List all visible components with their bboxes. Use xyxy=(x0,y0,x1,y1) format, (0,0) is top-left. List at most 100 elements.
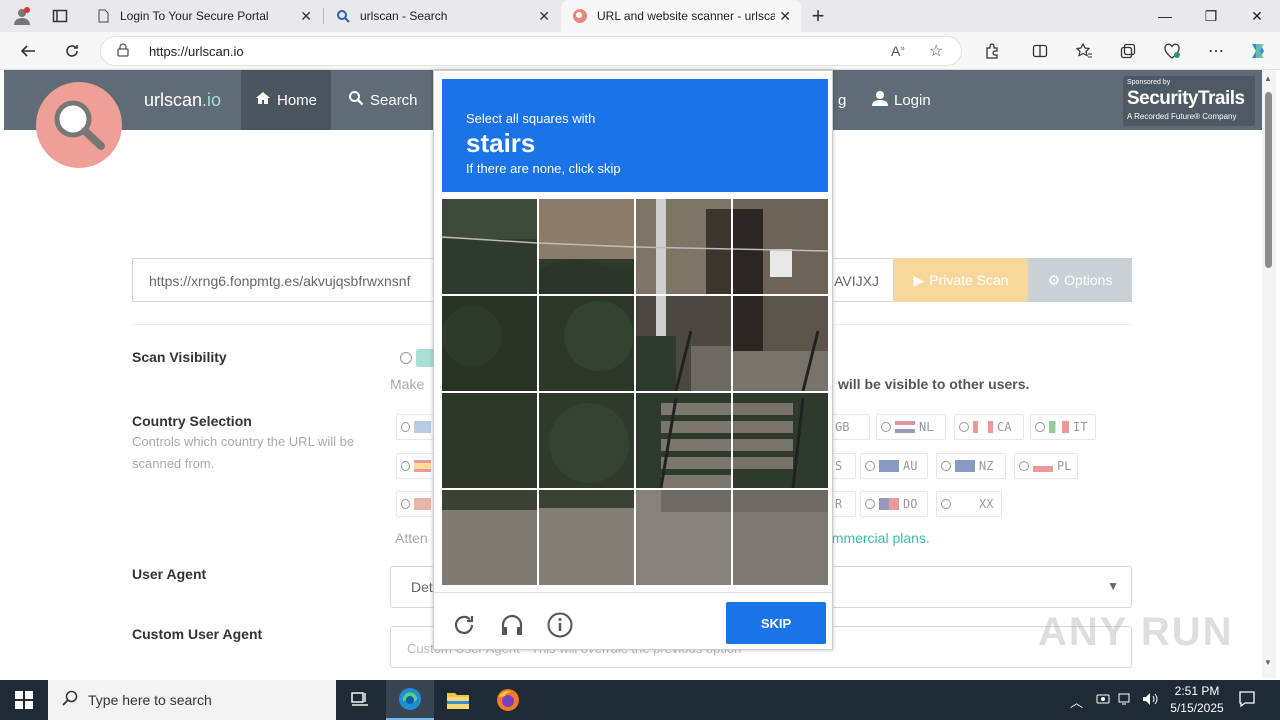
restore-button[interactable]: ❐ xyxy=(1188,0,1234,32)
site-brand[interactable]: urlscan.io xyxy=(144,90,221,111)
sponsor-banner[interactable]: Sponsored by SecurityTrails A Recorded F… xyxy=(1123,76,1255,126)
flag-icon xyxy=(879,460,899,472)
tab-urlscan-scanner[interactable]: URL and website scanner - urlsca ✕ xyxy=(561,0,801,32)
browser-essentials-icon[interactable] xyxy=(1158,38,1186,64)
scroll-down-icon[interactable]: ▼ xyxy=(1264,658,1272,667)
captcha-tile[interactable] xyxy=(442,199,537,294)
flag-icon xyxy=(955,460,975,472)
commercial-plans-link[interactable]: ommercial plans. xyxy=(824,530,930,546)
close-icon[interactable]: ✕ xyxy=(779,8,791,25)
country-option-default[interactable] xyxy=(396,414,436,440)
country-option-do[interactable]: DO xyxy=(860,491,928,517)
country-option-nz[interactable]: NZ xyxy=(936,453,1006,479)
chevron-up-icon[interactable]: ︿ xyxy=(1070,692,1083,711)
captcha-tile[interactable] xyxy=(539,393,634,488)
flag-icon xyxy=(1033,460,1053,472)
captcha-tile[interactable] xyxy=(442,393,537,488)
profile-icon[interactable] xyxy=(8,3,36,29)
close-icon[interactable]: ✕ xyxy=(300,8,312,25)
tab-login-portal[interactable]: Login To Your Secure Portal ✕ xyxy=(84,0,322,32)
options-button[interactable]: ⚙ Options xyxy=(1028,258,1132,302)
lock-icon[interactable] xyxy=(117,43,129,60)
close-icon[interactable]: ✕ xyxy=(538,8,550,25)
captcha-tile[interactable] xyxy=(636,393,731,488)
search-icon xyxy=(348,90,364,110)
headphones-icon[interactable] xyxy=(498,611,526,639)
edge-taskbar-icon[interactable] xyxy=(386,680,434,720)
country-option-au[interactable]: AU xyxy=(860,453,928,479)
more-options-icon[interactable]: ⋯ xyxy=(1202,38,1230,64)
country-option-partial[interactable]: S xyxy=(830,453,856,479)
favorite-star-icon[interactable]: ☆ xyxy=(929,41,943,61)
collections-icon[interactable] xyxy=(1114,38,1142,64)
scrollbar-thumb[interactable] xyxy=(1265,92,1272,268)
captcha-tile[interactable] xyxy=(733,490,828,585)
task-view-icon[interactable] xyxy=(336,680,384,720)
browser-toolbar: https://urlscan.io A» ☆ ⋯ xyxy=(0,32,1280,70)
tab-urlscan-search[interactable]: urlscan - Search ✕ xyxy=(324,0,560,32)
private-scan-button[interactable]: ▶ Private Scan xyxy=(894,258,1028,302)
sponsor-label: Sponsored by xyxy=(1127,79,1171,86)
captcha-tile[interactable] xyxy=(636,199,731,294)
country-option-nl[interactable]: NL xyxy=(876,414,946,440)
visibility-radio-public[interactable] xyxy=(400,352,412,364)
captcha-tile[interactable] xyxy=(636,296,731,391)
network-icon[interactable] xyxy=(1118,692,1134,709)
scroll-up-icon[interactable]: ▲ xyxy=(1264,74,1272,83)
country-option-ca[interactable]: CA xyxy=(954,414,1024,440)
captcha-tile[interactable] xyxy=(733,199,828,294)
address-bar[interactable]: https://urlscan.io A» ☆ xyxy=(100,36,962,66)
extensions-icon[interactable] xyxy=(978,38,1006,64)
sponsor-tagline: A Recorded Future® Company xyxy=(1127,112,1237,121)
country-code: NZ xyxy=(979,459,994,473)
country-option-es[interactable] xyxy=(396,453,436,479)
minimize-button[interactable]: — xyxy=(1142,0,1188,32)
captcha-tile[interactable] xyxy=(442,490,537,585)
country-option-pl[interactable]: PL xyxy=(1014,453,1078,479)
file-explorer-icon[interactable] xyxy=(434,680,482,720)
nav-search[interactable]: Search xyxy=(334,70,432,130)
country-option-it[interactable]: IT xyxy=(1030,414,1096,440)
nav-login[interactable]: Login xyxy=(858,70,945,130)
captcha-instruction: Select all squares with xyxy=(466,111,596,126)
country-option-gb[interactable]: GB xyxy=(830,414,870,440)
copilot-icon[interactable] xyxy=(1244,38,1272,64)
network-drive-icon[interactable] xyxy=(1096,692,1110,709)
captcha-tile[interactable] xyxy=(442,296,537,391)
refresh-button[interactable] xyxy=(58,38,86,64)
notifications-icon[interactable] xyxy=(1238,690,1256,711)
firefox-icon[interactable] xyxy=(484,680,532,720)
captcha-tile[interactable] xyxy=(733,393,828,488)
country-option-partial-2[interactable]: R xyxy=(830,491,856,517)
clock-time: 2:51 PM xyxy=(1174,684,1220,698)
info-icon[interactable] xyxy=(546,611,574,639)
new-tab-button[interactable]: + xyxy=(804,3,832,29)
address-url: https://urlscan.io xyxy=(149,44,244,59)
close-window-button[interactable]: ✕ xyxy=(1234,0,1280,32)
user-agent-label: User Agent xyxy=(132,566,207,582)
country-option-xx[interactable]: XX xyxy=(936,491,1002,517)
captcha-tile[interactable] xyxy=(636,490,731,585)
captcha-tile[interactable] xyxy=(539,199,634,294)
captcha-tile[interactable] xyxy=(539,490,634,585)
urlscan-logo[interactable] xyxy=(36,82,122,168)
split-screen-icon[interactable] xyxy=(1026,38,1054,64)
captcha-tile[interactable] xyxy=(733,296,828,391)
volume-icon[interactable] xyxy=(1142,692,1158,709)
country-option-row3-first[interactable] xyxy=(396,491,436,517)
back-button[interactable] xyxy=(14,38,42,64)
plus-icon: + xyxy=(811,3,825,28)
start-button[interactable] xyxy=(0,680,48,720)
country-selection-hint: Controls which country the URL will be s… xyxy=(132,434,355,471)
taskbar-search-box[interactable]: Type here to search xyxy=(48,680,336,720)
country-code: NL xyxy=(919,420,934,434)
reload-icon[interactable] xyxy=(450,611,478,639)
favorites-icon[interactable] xyxy=(1070,38,1098,64)
read-aloud-icon[interactable]: A» xyxy=(891,43,905,59)
taskbar-clock[interactable]: 2:51 PM 5/15/2025 xyxy=(1162,683,1232,717)
nav-home[interactable]: Home xyxy=(241,70,332,130)
skip-button[interactable]: SKIP xyxy=(726,602,826,644)
tab-actions-icon[interactable] xyxy=(46,3,74,29)
page-scrollbar[interactable]: ▲ ▼ xyxy=(1262,70,1276,678)
captcha-tile[interactable] xyxy=(539,296,634,391)
